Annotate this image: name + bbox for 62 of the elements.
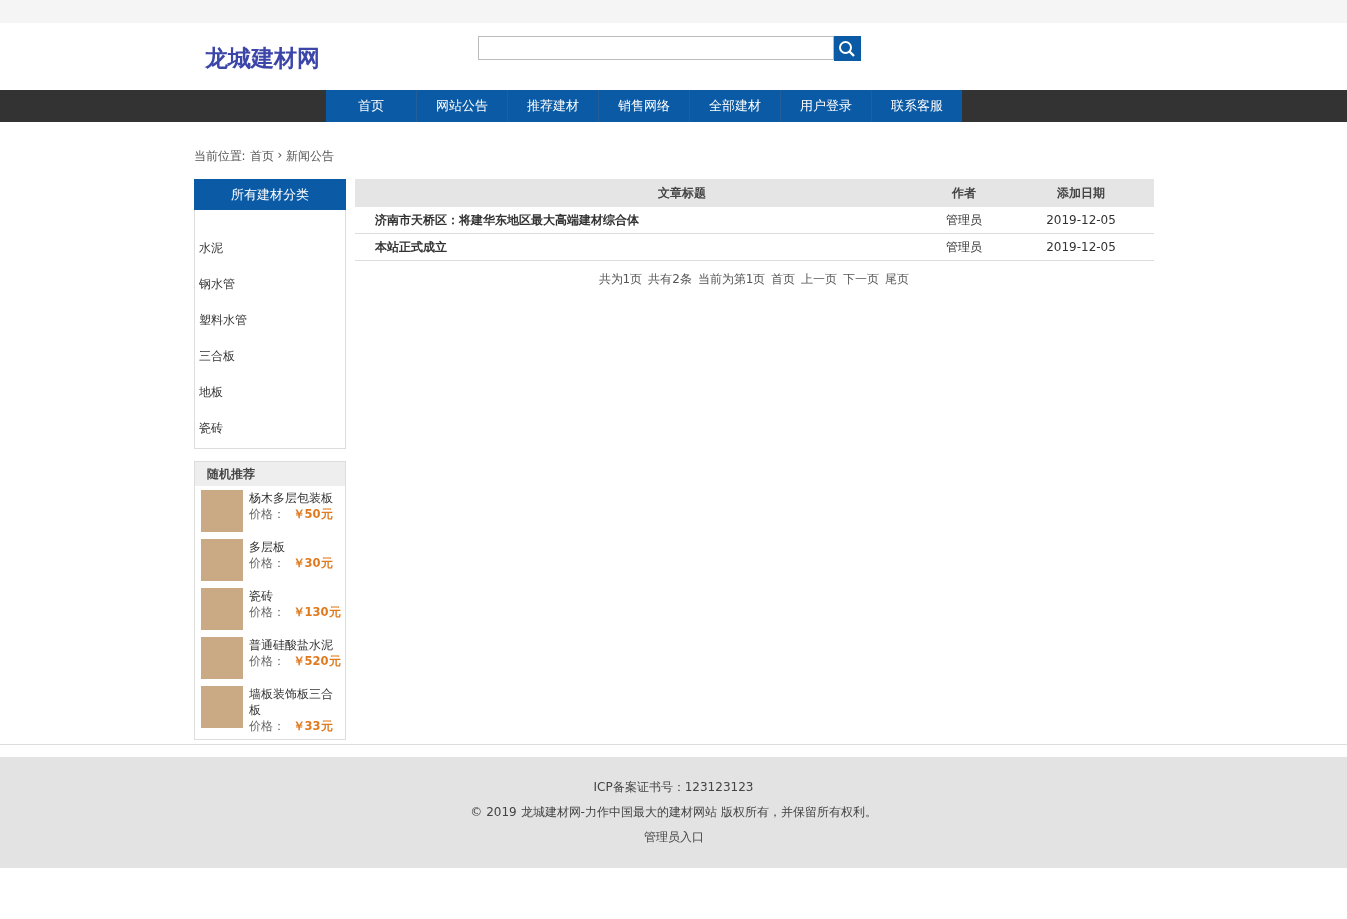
nav-link[interactable]: 全部建材 (690, 90, 781, 122)
price-label: 价格： (248, 555, 285, 571)
column-header: 文章标题 (656, 184, 707, 202)
nav-link[interactable]: 推荐建材 (508, 90, 599, 122)
category-link[interactable]: 瓷砖 (198, 410, 345, 446)
icp-text: ICP备案证书号：123123123 (593, 779, 754, 796)
breadcrumb-item[interactable]: 首页 (249, 148, 274, 165)
photo-placeholder[interactable] (200, 588, 243, 630)
article-link[interactable]: 本站正式成立 (354, 238, 929, 256)
photo-placeholder[interactable] (200, 637, 243, 679)
search-field[interactable] (477, 36, 834, 60)
pagination-item[interactable]: 下一页 (843, 271, 880, 288)
breadcrumb-label: 当前位置: (193, 148, 246, 165)
nav-link[interactable]: 网站公告 (417, 90, 508, 122)
price-label: 价格： (248, 506, 285, 522)
product-name[interactable]: 普通硅酸盐水泥 (248, 637, 341, 653)
breadcrumb-item[interactable]: › (277, 148, 283, 165)
article-link[interactable]: 济南市天桥区：将建华东地区最大高端建材综合体 (354, 211, 929, 229)
product-name[interactable]: 多层板 (248, 539, 333, 555)
product-name[interactable]: 瓷砖 (248, 588, 341, 604)
copyright-text: © 2019 龙城建材网-力作中国最大的建材网站 版权所有，并保留所有权利。 (470, 804, 877, 821)
nav-link[interactable]: 首页 (326, 90, 417, 122)
search-icon (838, 39, 856, 58)
price-label: 价格： (248, 604, 285, 620)
category-link[interactable]: 塑料水管 (198, 302, 345, 338)
category-link[interactable]: 地板 (198, 374, 345, 410)
photo-placeholder[interactable] (200, 490, 243, 532)
pagination-item: 共为1页 (598, 271, 643, 288)
pagination-item: 共有2条 (648, 271, 692, 288)
column-header: 作者 (950, 184, 977, 202)
search-button[interactable] (833, 36, 861, 61)
product-price: ￥33元 (292, 718, 333, 734)
product-price: ￥50元 (292, 506, 333, 522)
product-price: ￥130元 (292, 604, 341, 620)
table-cell-text: 2019-12-05 (1045, 213, 1117, 227)
pagination-item[interactable]: 首页 (771, 271, 796, 288)
product-price: ￥30元 (292, 555, 333, 571)
breadcrumb-item[interactable]: 新闻公告 (286, 148, 335, 165)
product-price: ￥520元 (292, 653, 341, 669)
recommend-title: 随机推荐 (194, 462, 345, 486)
category-link[interactable]: 水泥 (198, 230, 345, 266)
nav-link[interactable]: 用户登录 (781, 90, 872, 122)
table-cell-text: 2019-12-05 (1045, 240, 1117, 254)
price-label: 价格： (248, 653, 285, 669)
table-cell-text: 管理员 (944, 238, 983, 256)
product-name[interactable]: 杨木多层包装板 (248, 490, 333, 506)
price-label: 价格： (248, 718, 285, 734)
pagination-item[interactable]: 尾页 (885, 271, 910, 288)
nav-link[interactable]: 联系客服 (872, 90, 962, 122)
photo-placeholder[interactable] (200, 686, 243, 728)
product-name[interactable]: 墙板装饰板三合板 (248, 686, 341, 718)
category-link[interactable]: 钢水管 (198, 266, 345, 302)
pagination-item: 当前为第1页 (697, 271, 766, 288)
pagination-item[interactable]: 上一页 (801, 271, 838, 288)
nav-link[interactable]: 销售网络 (599, 90, 690, 122)
site-logo[interactable]: 龙城建材网 (204, 43, 320, 73)
column-header: 添加日期 (1056, 184, 1106, 202)
category-link[interactable]: 三合板 (198, 338, 345, 374)
photo-placeholder[interactable] (200, 539, 243, 581)
table-cell-text: 管理员 (944, 211, 983, 229)
category-title: 所有建材分类 (193, 179, 346, 210)
admin-link[interactable]: 管理员入口 (643, 829, 704, 846)
